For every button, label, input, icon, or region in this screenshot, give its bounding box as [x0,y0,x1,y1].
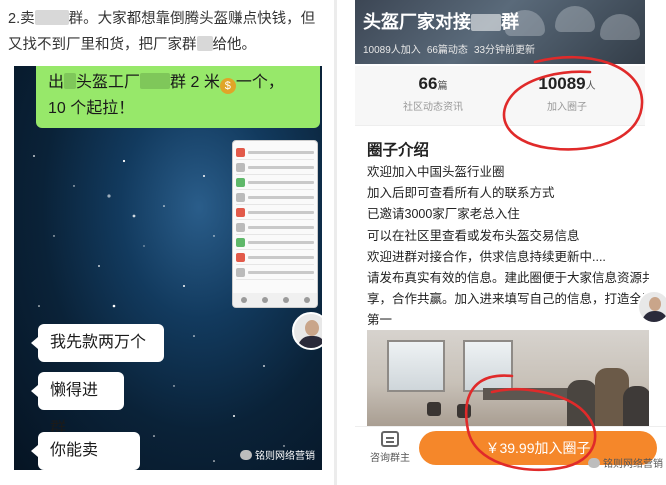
article-caption: 2.卖 群。大家都想靠倒腾头盔赚点快钱，但又找不到厂里和货，把厂家群 给他。 [8,6,326,58]
intro-title: 圈子介绍 [367,142,430,159]
group-meta: 10089人加入 66篇动态 33分钟前更新 [363,41,535,56]
message-text: 出 [48,74,65,91]
intro-line: 欢迎加入中国头盔行业圈 [367,165,505,179]
incoming-message-bubble: 懒得进群 [31,372,124,437]
helmet-image [555,6,595,32]
stat-value: 66 [418,74,438,93]
blurred-redaction [196,36,213,51]
office-photo [367,330,649,426]
money-bag-icon: $ [219,78,236,94]
watermark: 铭则网络营销 [588,455,663,470]
group-stats: 66篇 社区动态资讯 10089人 加入圈子 [355,66,645,126]
helmet-image [600,14,640,40]
group-title-text: 头盔厂家对接 [363,12,471,32]
message-text: 群 2 米 [170,74,220,91]
consult-owner-label: 咨询群主 [370,453,410,464]
group-title-suffix: 群 [501,12,519,32]
chair-shape [457,404,471,418]
caption-text-prefix: 2.卖 [8,11,35,27]
left-screenshot-panel: 2.卖 群。大家都想靠倒腾头盔赚点快钱，但又找不到厂里和货，把厂家群 给他。 出头盔… [0,0,334,485]
intro-line: 已邀请3000家厂家老总入住 [367,207,520,222]
message-text-line2: 10 个起拉！ [48,100,135,117]
incoming-message-bubble: 我先款两万个 [31,324,164,362]
updated-time: 33分钟前更新 [473,45,536,56]
stat-value: 10089 [538,74,586,93]
intro-line: 加入后即可查看所有人的联系方式 [367,186,555,201]
group-banner: 头盔厂家对接 群 10089人加入 66篇动态 33分钟前更新 [355,0,645,64]
intro-line: 享，合作共赢。加入进来填写自己的信息，打造全国 [367,292,649,307]
stat-label: 社区动态资讯 [403,102,463,113]
watermark-text: 铭则网络营销 [603,459,663,470]
table-shape [483,388,573,400]
chat-icon [381,431,399,447]
group-title: 头盔厂家对接 群 [363,8,519,34]
wechat-icon [240,449,252,460]
outgoing-message-bubble: 出头盔工厂 群 2 米 $ 一个， 10 个起拉！ [36,66,320,128]
intro-line: 可以在社区里查看或发布头盔交易信息 [367,228,580,243]
avatar[interactable] [292,312,322,350]
consult-owner-button[interactable]: 咨询群主 [365,431,415,464]
stat-unit: 篇 [437,81,448,92]
avatar[interactable] [637,290,666,324]
window-shape [463,340,513,392]
stat-label: 加入圈子 [547,102,587,113]
posts-count: 66篇动态 [426,45,468,56]
stat-posts[interactable]: 66篇 社区动态资讯 [373,74,493,113]
message-text: 一个， [235,74,284,91]
stat-unit: 人 [585,81,596,92]
blurred-redaction [140,73,171,89]
joined-count: 10089人加入 [363,45,421,56]
right-screenshot-panel: 头盔厂家对接 群 10089人加入 66篇动态 33分钟前更新 66篇 社区动态资… [337,0,666,485]
person-shape [567,380,597,426]
intro-line: 欢迎进群对接合作，供求信息持续更新中.... [367,249,606,264]
watermark-text: 铭则网络营销 [255,451,315,462]
chat-screenshot: 出头盔工厂 群 2 米$一个， 10 个起拉！ 我先款两万个 懒得进群 你能卖吗？ [14,66,322,470]
incoming-message-bubble: 你能卖吗？ [31,432,140,470]
blurred-redaction [471,14,501,31]
window-shape [387,340,445,392]
caption-text-suffix: 给他。 [212,37,257,53]
intro-line: 请发布真实有效的信息。建此圈便于大家信息资源共 [367,271,649,286]
stat-members[interactable]: 10089人 加入圈子 [507,74,627,113]
embedded-chat-list-thumbnail[interactable] [232,140,318,308]
intro-description: 欢迎加入中国头盔行业圈 加入后即可查看所有人的联系方式 已邀请3000家厂家老总… [367,162,649,332]
person-shape [623,386,649,426]
wechat-icon [588,457,600,468]
watermark: 铭则网络营销 [240,447,315,462]
message-text: 头盔工厂 [76,74,141,91]
intro-line: 第一 [367,313,393,328]
chair-shape [427,402,441,416]
blurred-redaction [34,10,69,25]
blurred-redaction [64,73,77,89]
